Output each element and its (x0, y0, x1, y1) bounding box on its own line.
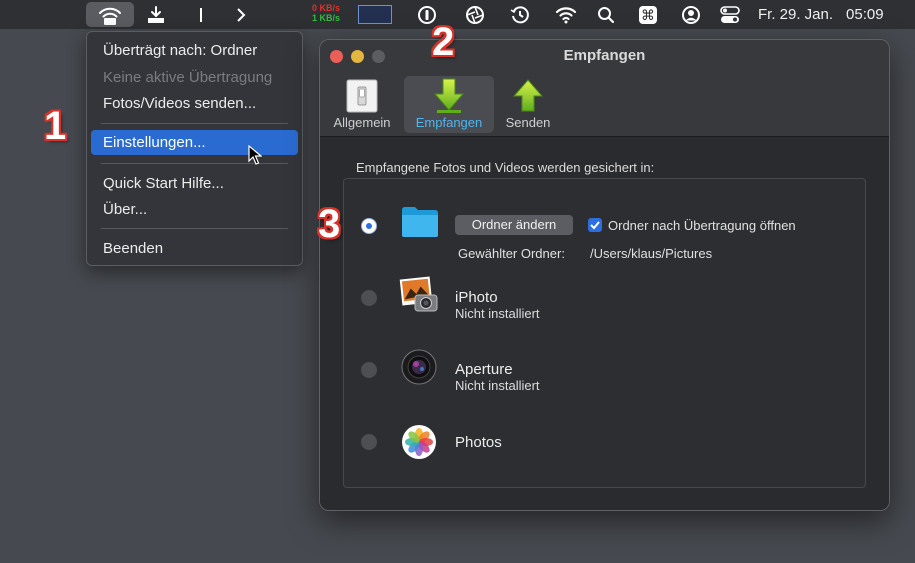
menu-separator (101, 123, 288, 124)
change-folder-button[interactable]: Ordner ändern (455, 215, 573, 235)
iphoto-status: Nicht installiert (455, 306, 540, 321)
callout-1: 1 (44, 104, 67, 148)
network-speed: 0 KB/s 1 KB/s (300, 3, 340, 23)
tab-send[interactable]: Senden (500, 76, 556, 133)
menu-item-transfer-target[interactable]: Überträgt nach: Ordner (91, 38, 298, 63)
menu-item-send[interactable]: Fotos/Videos senden... (91, 91, 298, 116)
aperture-title: Aperture (455, 361, 513, 378)
net-up-label: 0 KB/s (311, 3, 340, 13)
callout-3: 3 (318, 202, 341, 246)
command-icon[interactable]: ⌘ (636, 0, 660, 29)
download-tray-icon[interactable] (144, 0, 168, 29)
download-arrow-icon (433, 78, 465, 113)
photos-title: Photos (455, 434, 502, 451)
receive-window: Empfangen Allgemein Empfangen Senden Emp… (319, 39, 890, 511)
tab-send-label: Senden (505, 115, 551, 130)
menu-item-quit[interactable]: Beenden (91, 236, 298, 261)
date-label: Fr. 29. Jan. (758, 6, 834, 23)
radio-folder[interactable] (361, 218, 377, 234)
destination-group: Ordner ändern Ordner nach Übertragung öf… (343, 178, 866, 488)
menu-bar: 0 KB/s 1 KB/s ⌘ Fr. 29. Jan. 05:09 (0, 0, 915, 29)
iphoto-title: iPhoto (455, 289, 498, 306)
aperture-app-icon (401, 349, 437, 385)
tab-receive-label: Empfangen (415, 115, 483, 130)
tab-general-label: Allgemein (333, 115, 391, 130)
folder-icon (402, 207, 438, 237)
menu-item-settings[interactable]: Einstellungen... (91, 130, 298, 155)
chevron-right-icon[interactable] (232, 0, 250, 29)
mouse-cursor-icon (248, 145, 262, 165)
radio-photos[interactable] (361, 434, 377, 450)
display-icon[interactable] (358, 5, 392, 24)
menu-item-about[interactable]: Über... (91, 197, 298, 222)
intro-text: Empfangene Fotos und Videos werden gesic… (356, 160, 655, 175)
menu-item-no-transfer: Keine aktive Übertragung (103, 69, 273, 86)
status-menu: Überträgt nach: Ordner Keine aktive Über… (86, 31, 303, 266)
bar-icon[interactable] (192, 0, 210, 29)
wifi-share-icon[interactable] (86, 2, 134, 27)
switch-icon (346, 79, 378, 113)
menu-separator (101, 228, 288, 229)
tab-general[interactable]: Allgemein (330, 76, 394, 133)
aperture-status: Nicht installiert (455, 378, 540, 393)
user-icon[interactable] (680, 0, 702, 29)
radio-iphoto[interactable] (361, 290, 377, 306)
time-machine-icon[interactable] (509, 0, 531, 29)
wifi-icon[interactable] (554, 0, 578, 29)
selected-folder-path: /Users/klaus/Pictures (590, 246, 713, 261)
callout-2: 2 (432, 20, 455, 64)
photos-app-icon (402, 425, 436, 459)
window-titlebar: Empfangen Allgemein Empfangen Senden (320, 40, 889, 137)
window-title: Empfangen (563, 47, 646, 64)
radio-aperture[interactable] (361, 362, 377, 378)
svg-text:⌘: ⌘ (641, 8, 655, 24)
control-center-icon[interactable] (719, 0, 741, 29)
tab-receive[interactable]: Empfangen (404, 76, 494, 133)
net-down-label: 1 KB/s (311, 13, 340, 23)
window-content: Empfangene Fotos und Videos werden gesic… (320, 137, 889, 510)
checkmark-icon (590, 221, 600, 230)
selected-folder-label: Gewählter Ordner: (458, 246, 565, 261)
open-folder-label: Ordner nach Übertragung öffnen (608, 218, 796, 233)
iphoto-icon (399, 276, 438, 312)
aperture-icon[interactable] (464, 0, 486, 29)
upload-arrow-icon (512, 79, 544, 112)
time-label: 05:09 (846, 6, 884, 23)
open-folder-checkbox[interactable] (588, 218, 602, 232)
search-icon[interactable] (596, 0, 616, 29)
clock[interactable]: Fr. 29. Jan. 05:09 (758, 0, 884, 29)
menu-item-quickstart[interactable]: Quick Start Hilfe... (91, 171, 298, 196)
